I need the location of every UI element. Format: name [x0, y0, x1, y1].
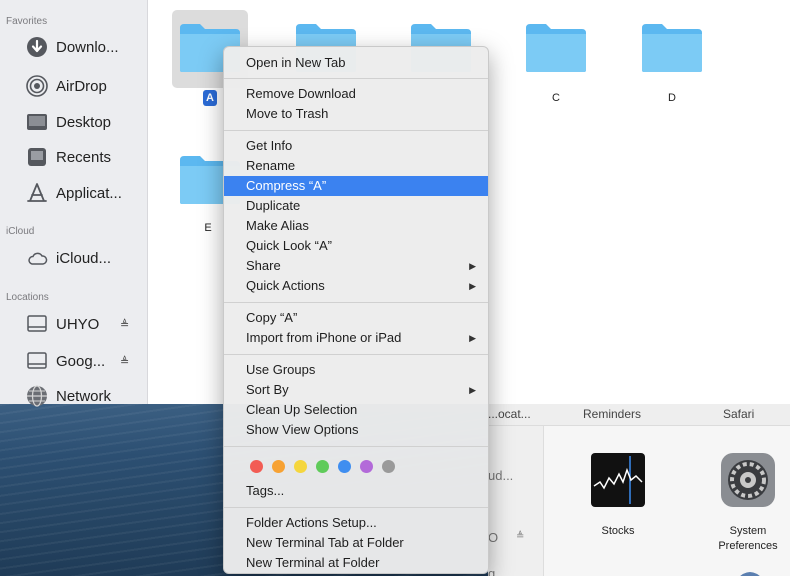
- applications-icon: [26, 182, 48, 204]
- partial-app-icon: [735, 566, 765, 576]
- menu-item-sort-by[interactable]: Sort By ▶: [224, 380, 488, 400]
- folder-d[interactable]: [640, 22, 720, 122]
- sidebar-item-label: Desktop: [56, 113, 112, 131]
- submenu-arrow-icon: ▶: [469, 281, 476, 291]
- background-column-header: ...ocat... Reminders Safari: [488, 404, 790, 426]
- menu-item-label: Sort By: [246, 382, 289, 397]
- menu-item-make-alias[interactable]: Make Alias: [224, 216, 488, 236]
- sidebar-item-downloads[interactable]: Downlo...: [26, 34, 148, 60]
- menu-separator: [224, 446, 488, 447]
- sidebar-item-label: UHYO: [56, 315, 100, 333]
- menu-item-move-to-trash[interactable]: Move to Trash: [224, 104, 488, 124]
- drive-icon: [26, 350, 48, 372]
- folder-label-selected[interactable]: A: [203, 90, 217, 106]
- download-circle-icon: [26, 36, 48, 58]
- system-preferences-label: System Preferences: [718, 525, 778, 552]
- menu-item-open-in-new-tab[interactable]: Open in New Tab: [224, 53, 488, 73]
- stocks-app-icon[interactable]: [590, 452, 646, 513]
- menu-item-copy[interactable]: Copy “A”: [224, 308, 488, 328]
- submenu-arrow-icon: ▶: [469, 261, 476, 271]
- menu-item-import-from-iphone[interactable]: Import from iPhone or iPad ▶: [224, 328, 488, 348]
- finder-sidebar: Favorites Downlo... AirDrop Desktop Rece…: [0, 0, 148, 407]
- context-menu[interactable]: Open in New Tab Remove Download Move to …: [223, 46, 489, 574]
- stocks-app-label: Stocks: [601, 525, 635, 537]
- background-column-label: Reminders: [583, 407, 642, 421]
- menu-item-get-info[interactable]: Get Info: [224, 136, 488, 156]
- eject-icon[interactable]: ≜: [120, 355, 129, 368]
- menu-item-quick-actions[interactable]: Quick Actions ▶: [224, 276, 488, 296]
- background-sidebar-text: g: [488, 566, 496, 576]
- background-sidebar-text: O: [488, 530, 499, 545]
- tag-orange-dot[interactable]: [272, 460, 285, 473]
- sidebar-item-google-drive[interactable]: Goog...: [26, 348, 148, 374]
- cloud-icon: [26, 247, 48, 269]
- folder-label: D: [668, 92, 676, 104]
- sidebar-heading-icloud: iCloud: [6, 226, 35, 237]
- menu-separator: [224, 354, 488, 355]
- sidebar-item-airdrop[interactable]: AirDrop: [26, 73, 148, 99]
- sidebar-item-label: Downlo...: [56, 38, 119, 56]
- drive-icon: [26, 313, 48, 335]
- sidebar-item-label: Applicat...: [56, 184, 122, 202]
- folder-c[interactable]: [524, 22, 604, 122]
- sidebar-item-label: Recents: [56, 148, 112, 166]
- submenu-arrow-icon: ▶: [469, 385, 476, 395]
- menu-separator: [224, 302, 488, 303]
- sidebar-item-desktop[interactable]: Desktop: [26, 109, 148, 135]
- menu-item-new-terminal-tab[interactable]: New Terminal Tab at Folder: [224, 533, 488, 553]
- tag-green-dot[interactable]: [316, 460, 329, 473]
- menu-separator: [224, 507, 488, 508]
- sidebar-heading-favorites: Favorites: [6, 16, 48, 27]
- menu-item-clean-up-selection[interactable]: Clean Up Selection: [224, 400, 488, 420]
- background-sidebar: ud... O ≜ g: [488, 426, 544, 576]
- tag-red-dot[interactable]: [250, 460, 263, 473]
- tag-purple-dot[interactable]: [360, 460, 373, 473]
- sidebar-item-label: Goog...: [56, 352, 106, 370]
- menu-item-share[interactable]: Share ▶: [224, 256, 488, 276]
- menu-item-label: Import from iPhone or iPad: [246, 330, 402, 345]
- sidebar-item-network[interactable]: Network: [26, 383, 148, 409]
- tag-blue-dot[interactable]: [338, 460, 351, 473]
- menu-separator: [224, 78, 488, 79]
- menu-item-quick-look[interactable]: Quick Look “A”: [224, 236, 488, 256]
- recents-icon: [26, 146, 48, 168]
- menu-item-label: Share: [246, 258, 281, 273]
- menu-item-duplicate[interactable]: Duplicate: [224, 196, 488, 216]
- network-globe-icon: [26, 385, 48, 407]
- menu-item-rename[interactable]: Rename: [224, 156, 488, 176]
- menu-item-show-view-options[interactable]: Show View Options: [224, 420, 488, 440]
- sidebar-item-applications[interactable]: Applicat...: [26, 180, 148, 206]
- eject-icon: ≜: [516, 531, 525, 542]
- tag-gray-dot[interactable]: [382, 460, 395, 473]
- folder-icon: [642, 24, 702, 72]
- menu-item-folder-actions-setup[interactable]: Folder Actions Setup...: [224, 513, 488, 533]
- submenu-arrow-icon: ▶: [469, 333, 476, 343]
- sidebar-item-recents[interactable]: Recents: [26, 144, 148, 170]
- background-column-label: Safari: [723, 407, 755, 421]
- tag-yellow-dot[interactable]: [294, 460, 307, 473]
- menu-item-new-terminal[interactable]: New Terminal at Folder: [224, 553, 488, 573]
- folder-label: E: [204, 222, 212, 234]
- desktop-icon: [26, 111, 48, 133]
- menu-item-use-groups[interactable]: Use Groups: [224, 360, 488, 380]
- sidebar-item-label: AirDrop: [56, 77, 107, 95]
- background-finder-window[interactable]: ...ocat... Reminders Safari ud... O ≜ g …: [488, 404, 790, 576]
- sidebar-heading-locations: Locations: [6, 292, 49, 303]
- menu-separator: [224, 130, 488, 131]
- folder-label: C: [552, 92, 560, 104]
- airdrop-icon: [26, 75, 48, 97]
- sidebar-item-uhyo[interactable]: UHYO: [26, 311, 148, 337]
- eject-icon[interactable]: ≜: [120, 318, 129, 331]
- system-preferences-icon[interactable]: [720, 452, 776, 513]
- background-column-label: ...ocat...: [488, 407, 531, 421]
- folder-icon: [526, 24, 586, 72]
- sidebar-item-label: iCloud...: [56, 249, 112, 267]
- background-sidebar-text: ud...: [488, 468, 514, 483]
- menu-item-label: Quick Actions: [246, 278, 325, 293]
- menu-item-remove-download[interactable]: Remove Download: [224, 84, 488, 104]
- sidebar-item-label: Network: [56, 387, 112, 405]
- menu-item-tags[interactable]: Tags...: [224, 481, 488, 501]
- menu-item-compress[interactable]: Compress “A”: [224, 176, 488, 196]
- sidebar-item-icloud-drive[interactable]: iCloud...: [26, 245, 148, 271]
